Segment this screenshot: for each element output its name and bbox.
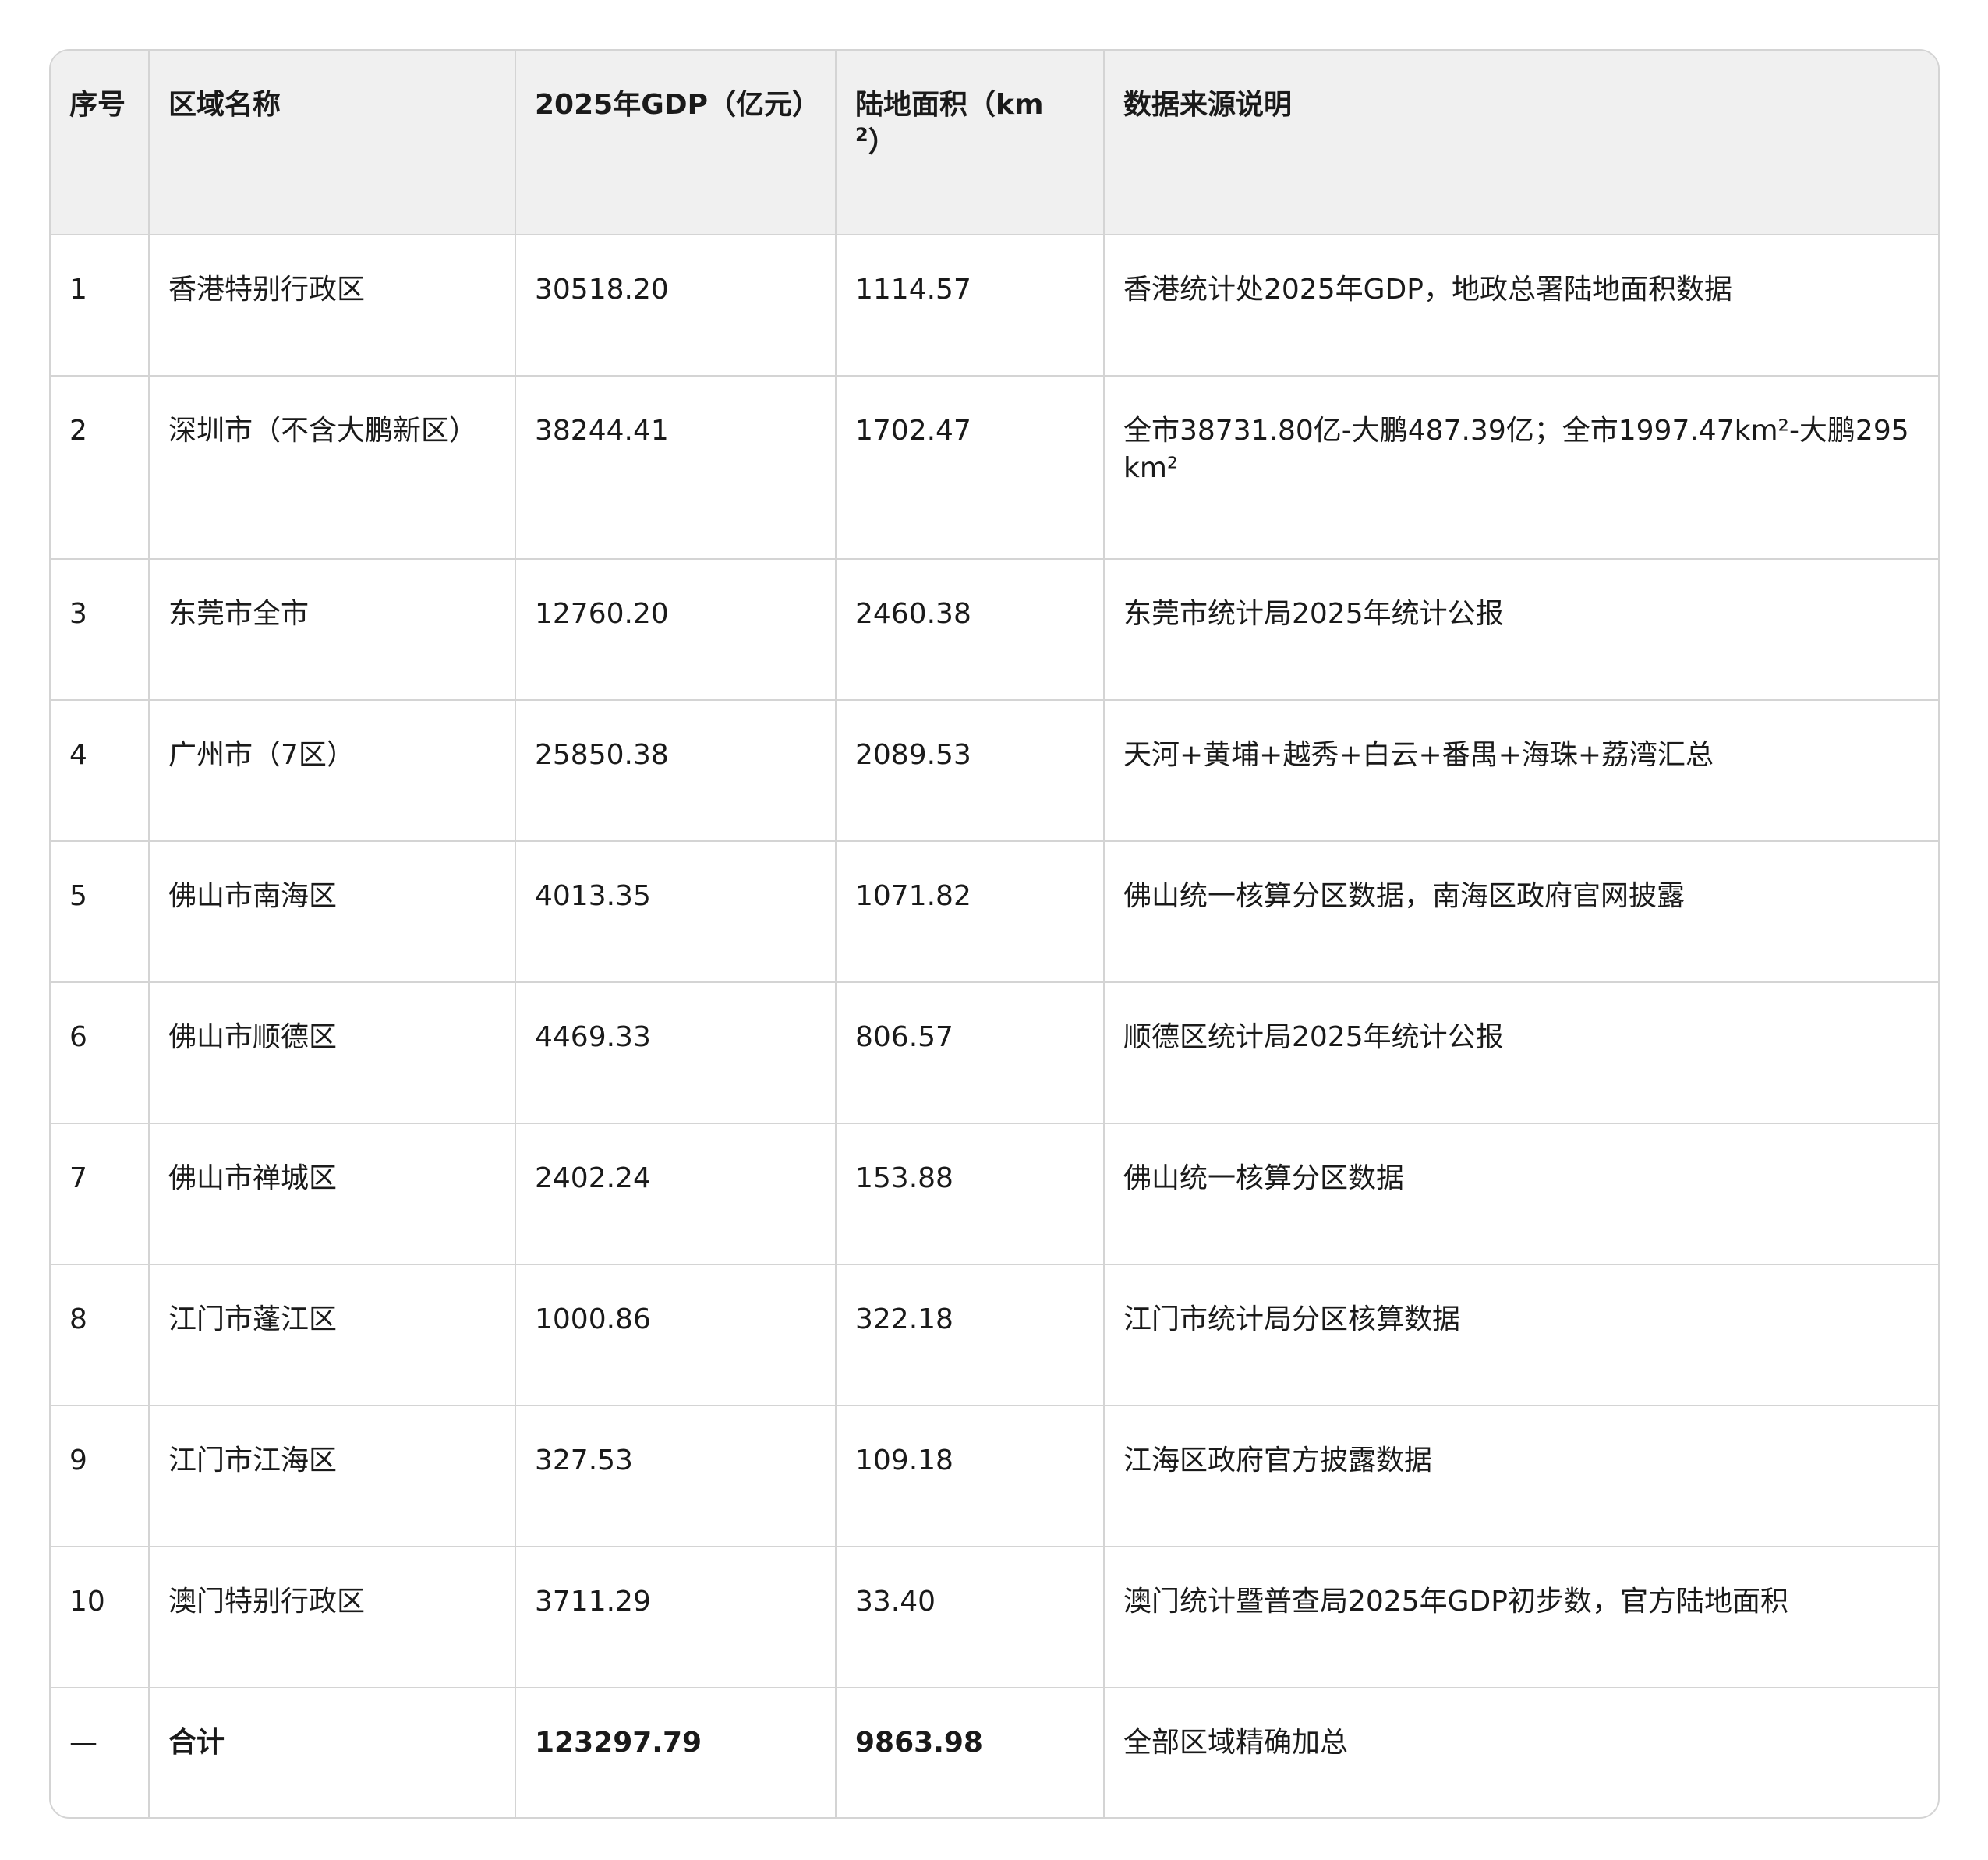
- cell-source: 澳门统计暨普查局2025年GDP初步数，官方陆地面积: [1104, 1547, 1938, 1688]
- cell-area: 2460.38: [836, 559, 1105, 701]
- cell-region: 东莞市全市: [149, 559, 516, 701]
- cell-index: 2: [51, 376, 150, 560]
- table-row: 3 东莞市全市 12760.20 2460.38 东莞市统计局2025年统计公报: [51, 559, 1938, 701]
- cell-area: 1071.82: [836, 841, 1105, 983]
- table-row: 2 深圳市（不含大鹏新区） 38244.41 1702.47 全市38731.8…: [51, 376, 1938, 560]
- table-row: 7 佛山市禅城区 2402.24 153.88 佛山统一核算分区数据: [51, 1123, 1938, 1265]
- header-region: 区域名称: [149, 51, 516, 235]
- cell-source: 天河+黄埔+越秀+白云+番禺+海珠+荔湾汇总: [1104, 700, 1938, 842]
- cell-index: 3: [51, 559, 150, 701]
- cell-area: 109.18: [836, 1406, 1105, 1547]
- table-header: 序号 区域名称 2025年GDP（亿元） 陆地面积（km 2） 数据来源说明: [51, 51, 1938, 235]
- cell-region: 广州市（7区）: [149, 700, 516, 842]
- total-area: 9863.98: [836, 1688, 1105, 1817]
- table-row: 8 江门市蓬江区 1000.86 322.18 江门市统计局分区核算数据: [51, 1264, 1938, 1406]
- header-gdp: 2025年GDP（亿元）: [515, 51, 837, 235]
- header-area: 陆地面积（km 2）: [836, 51, 1105, 235]
- cell-gdp: 38244.41: [515, 376, 837, 560]
- cell-area: 2089.53: [836, 700, 1105, 842]
- total-source: 全部区域精确加总: [1123, 1727, 1349, 1759]
- cell-source: 佛山统一核算分区数据，南海区政府官网披露: [1104, 841, 1938, 983]
- cell-area: 806.57: [836, 982, 1105, 1124]
- cell-region: 佛山市南海区: [149, 841, 516, 983]
- total-row: — 合计 123297.79 9863.98 全部区域精确加总: [51, 1688, 1938, 1817]
- cell-gdp: 327.53: [515, 1406, 837, 1547]
- table-row: 9 江门市江海区 327.53 109.18 江海区政府官方披露数据: [51, 1406, 1938, 1547]
- table-row: 6 佛山市顺德区 4469.33 806.57 顺德区统计局2025年统计公报: [51, 982, 1938, 1124]
- header-row: 序号 区域名称 2025年GDP（亿元） 陆地面积（km 2） 数据来源说明: [51, 51, 1938, 235]
- total-label: 合计: [149, 1688, 516, 1817]
- data-table-container: 序号 区域名称 2025年GDP（亿元） 陆地面积（km2） 数据来源说明 1 …: [49, 49, 1940, 1819]
- cell-index: 6: [51, 982, 150, 1124]
- cell-source: 香港统计处2025年GDP，地政总署陆地面积数据: [1104, 235, 1938, 377]
- cell-gdp: 3711.29: [515, 1547, 837, 1688]
- cell-index: 8: [51, 1264, 150, 1406]
- cell-region: 江门市蓬江区: [149, 1264, 516, 1406]
- header-area-sup: 2: [855, 124, 868, 146]
- total-gdp: 123297.79: [515, 1688, 837, 1817]
- cell-index: 10: [51, 1547, 150, 1688]
- cell-source: 全市38731.80亿-大鹏487.39亿；全市1997.47km²-大鹏295…: [1104, 376, 1938, 560]
- cell-gdp: 30518.20: [515, 235, 837, 377]
- cell-region: 佛山市顺德区: [149, 982, 516, 1124]
- cell-region: 江门市江海区: [149, 1406, 516, 1547]
- cell-source: 江门市统计局分区核算数据: [1104, 1264, 1938, 1406]
- cell-area: 1702.47: [836, 376, 1105, 560]
- header-source: 数据来源说明: [1104, 51, 1938, 235]
- cell-area: 1114.57: [836, 235, 1105, 377]
- header-area-close: ）: [868, 126, 897, 158]
- cell-gdp: 2402.24: [515, 1123, 837, 1265]
- cell-gdp: 12760.20: [515, 559, 837, 701]
- table-row: 10 澳门特别行政区 3711.29 33.40 澳门统计暨普查局2025年GD…: [51, 1547, 1938, 1688]
- gdp-area-table: 序号 区域名称 2025年GDP（亿元） 陆地面积（km2） 数据来源说明 1 …: [51, 51, 1938, 1817]
- cell-area: 322.18: [836, 1264, 1105, 1406]
- cell-region: 佛山市禅城区: [149, 1123, 516, 1265]
- cell-index: 4: [51, 700, 150, 842]
- cell-gdp: 4013.35: [515, 841, 837, 983]
- cell-gdp: 1000.86: [515, 1264, 837, 1406]
- table-row: 1 香港特别行政区 30518.20 1114.57 香港统计处2025年GDP…: [51, 235, 1938, 377]
- header-index: 序号: [51, 51, 150, 235]
- cell-region: 香港特别行政区: [149, 235, 516, 377]
- table-row: 4 广州市（7区） 25850.38 2089.53 天河+黄埔+越秀+白云+番…: [51, 700, 1938, 842]
- cell-index: 9: [51, 1406, 150, 1547]
- total-index: —: [51, 1688, 150, 1817]
- cell-index: 7: [51, 1123, 150, 1265]
- cell-region: 深圳市（不含大鹏新区）: [149, 376, 516, 560]
- cell-index: 1: [51, 235, 150, 377]
- cell-index: 5: [51, 841, 150, 983]
- cell-gdp: 25850.38: [515, 700, 837, 842]
- cell-source: 东莞市统计局2025年统计公报: [1104, 559, 1938, 701]
- table-body: 1 香港特别行政区 30518.20 1114.57 香港统计处2025年GDP…: [51, 235, 1938, 1817]
- cell-source: 江海区政府官方披露数据: [1104, 1406, 1938, 1547]
- cell-area: 153.88: [836, 1123, 1105, 1265]
- cell-source: 顺德区统计局2025年统计公报: [1104, 982, 1938, 1124]
- cell-area: 33.40: [836, 1547, 1105, 1688]
- cell-region: 澳门特别行政区: [149, 1547, 516, 1688]
- header-area-text: 陆地面积（km: [855, 89, 1044, 121]
- cell-gdp: 4469.33: [515, 982, 837, 1124]
- cell-source: 佛山统一核算分区数据: [1104, 1123, 1938, 1265]
- table-row: 5 佛山市南海区 4013.35 1071.82 佛山统一核算分区数据，南海区政…: [51, 841, 1938, 983]
